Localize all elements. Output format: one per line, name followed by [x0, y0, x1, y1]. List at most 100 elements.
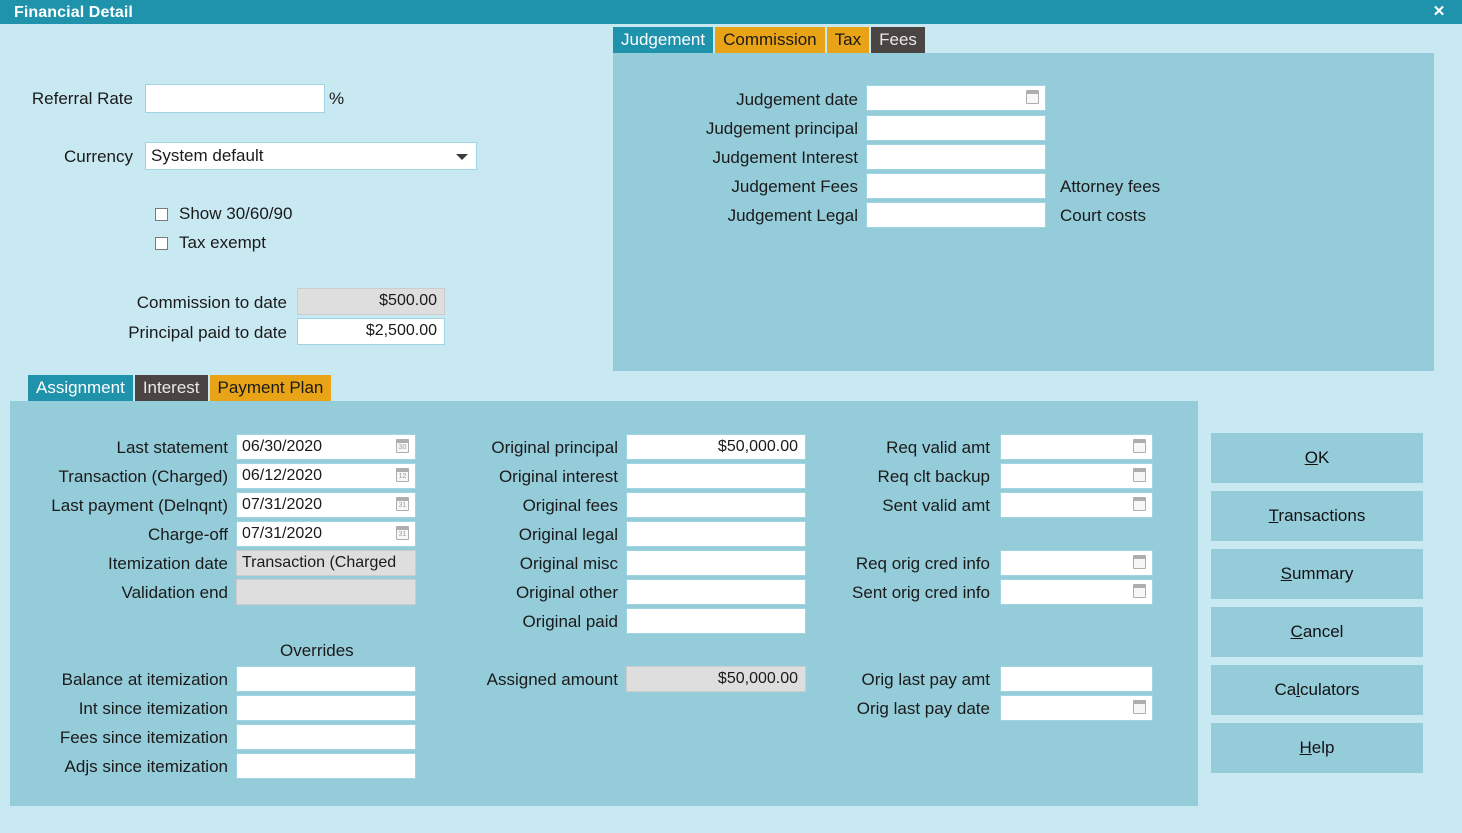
chevron-down-icon	[456, 154, 468, 160]
assigned-amount-label: Assigned amount	[486, 670, 618, 689]
calendar-icon[interactable]	[1133, 439, 1147, 455]
orig-last-pay-date-input[interactable]	[1000, 695, 1153, 721]
ok-button[interactable]: OK	[1211, 433, 1423, 483]
assigned-amount-value: $50,000.00	[626, 666, 806, 692]
original-other-input[interactable]	[626, 579, 806, 605]
calendar-icon[interactable]: 12	[396, 468, 410, 484]
accelerator-char: H	[1299, 738, 1312, 757]
last-statement-value: 06/30/2020	[242, 438, 323, 455]
last-statement-input[interactable]: 06/30/2020 30	[236, 434, 416, 460]
last-statement-label: Last statement	[116, 438, 228, 457]
lower-tabstrip: Assignment Interest Payment Plan	[28, 375, 333, 401]
tab-payment-plan[interactable]: Payment Plan	[209, 375, 332, 401]
show-306090-checkbox[interactable]: Show 30/60/90	[155, 204, 292, 224]
tab-fees[interactable]: Fees	[871, 27, 925, 53]
currency-selected-value: System default	[151, 146, 264, 165]
judgement-principal-label: Judgement principal	[705, 119, 858, 138]
original-principal-input[interactable]: $50,000.00	[626, 434, 806, 460]
fees-since-itemization-label: Fees since itemization	[59, 728, 228, 747]
calendar-icon[interactable]: 30	[396, 439, 410, 455]
commission-to-date-label: Commission to date	[136, 293, 287, 312]
window-title: Financial Detail	[14, 4, 133, 21]
charge-off-label: Charge-off	[147, 525, 228, 544]
tab-assignment[interactable]: Assignment	[28, 375, 133, 401]
req-orig-cred-info-input[interactable]	[1000, 550, 1153, 576]
referral-rate-input[interactable]	[145, 84, 325, 113]
close-icon[interactable]: ✕	[1416, 0, 1462, 24]
req-clt-backup-label: Req clt backup	[877, 467, 990, 486]
help-button[interactable]: Help	[1211, 723, 1423, 773]
transaction-charged-input[interactable]: 06/12/2020 12	[236, 463, 416, 489]
judgement-date-input[interactable]	[866, 85, 1046, 111]
judgement-legal-input[interactable]	[866, 202, 1046, 228]
calendar-icon[interactable]	[1026, 90, 1040, 106]
original-legal-input[interactable]	[626, 521, 806, 547]
balance-at-itemization-input[interactable]	[236, 666, 416, 692]
cancel-button[interactable]: Cancel	[1211, 607, 1423, 657]
original-other-label: Original other	[515, 583, 618, 602]
original-paid-label: Original paid	[522, 612, 618, 631]
tax-exempt-checkbox[interactable]: Tax exempt	[155, 233, 266, 253]
judgement-date-label: Judgement date	[736, 90, 858, 109]
court-costs-note: Court costs	[1060, 206, 1146, 225]
referral-rate-label: Referral Rate	[31, 89, 133, 108]
req-clt-backup-input[interactable]	[1000, 463, 1153, 489]
calendar-icon[interactable]	[1133, 700, 1147, 716]
sent-orig-cred-info-label: Sent orig cred info	[852, 583, 990, 602]
summary-button[interactable]: Summary	[1211, 549, 1423, 599]
req-orig-cred-info-label: Req orig cred info	[855, 554, 990, 573]
req-valid-amt-input[interactable]	[1000, 434, 1153, 460]
principal-paid-to-date-label: Principal paid to date	[128, 323, 287, 342]
calculators-button[interactable]: Calculators	[1211, 665, 1423, 715]
attorney-fees-note: Attorney fees	[1060, 177, 1161, 196]
transaction-charged-value: 06/12/2020	[242, 467, 323, 484]
judgement-fees-label: Judgement Fees	[731, 177, 858, 196]
calendar-icon[interactable]: 31	[396, 497, 410, 513]
fees-since-itemization-input[interactable]	[236, 724, 416, 750]
tab-tax[interactable]: Tax	[826, 27, 870, 53]
judgement-interest-input[interactable]	[866, 144, 1046, 170]
judgement-fees-input[interactable]	[866, 173, 1046, 199]
commission-to-date-value: $500.00	[297, 288, 445, 315]
charge-off-value: 07/31/2020	[242, 525, 323, 542]
original-fees-input[interactable]	[626, 492, 806, 518]
sent-valid-amt-input[interactable]	[1000, 492, 1153, 518]
validation-end-label: Validation end	[121, 583, 229, 602]
transactions-button[interactable]: Transactions	[1211, 491, 1423, 541]
last-payment-delnqnt-label: Last payment (Delnqnt)	[51, 496, 228, 515]
currency-select[interactable]: System default	[145, 142, 477, 170]
original-paid-input[interactable]	[626, 608, 806, 634]
upper-tabstrip: Judgement Commission Tax Fees	[613, 27, 927, 53]
last-payment-delnqnt-value: 07/31/2020	[242, 496, 323, 513]
adjs-since-itemization-label: Adjs since itemization	[64, 757, 228, 776]
calendar-icon[interactable]	[1133, 584, 1147, 600]
checkbox-box	[155, 207, 168, 221]
original-misc-input[interactable]	[626, 550, 806, 576]
original-fees-label: Original fees	[522, 496, 618, 515]
orig-last-pay-amt-input[interactable]	[1000, 666, 1153, 692]
sent-orig-cred-info-input[interactable]	[1000, 579, 1153, 605]
calendar-icon[interactable]	[1133, 497, 1147, 513]
last-payment-delnqnt-input[interactable]: 07/31/2020 31	[236, 492, 416, 518]
balance-at-itemization-label: Balance at itemization	[61, 670, 228, 689]
judgement-principal-input[interactable]	[866, 115, 1046, 141]
original-interest-label: Original interest	[498, 467, 618, 486]
charge-off-input[interactable]: 07/31/2020 31	[236, 521, 416, 547]
original-legal-label: Original legal	[518, 525, 618, 544]
calendar-icon[interactable]: 31	[396, 526, 410, 542]
original-interest-input[interactable]	[626, 463, 806, 489]
calendar-icon[interactable]	[1133, 555, 1147, 571]
tab-judgement[interactable]: Judgement	[613, 27, 714, 53]
int-since-itemization-input[interactable]	[236, 695, 416, 721]
window-titlebar: Financial Detail ✕	[0, 0, 1462, 24]
calendar-icon[interactable]	[1133, 468, 1147, 484]
show-306090-label: Show 30/60/90	[179, 204, 293, 223]
judgement-legal-label: Judgement Legal	[727, 206, 858, 225]
adjs-since-itemization-input[interactable]	[236, 753, 416, 779]
tab-commission[interactable]: Commission	[715, 27, 825, 53]
accelerator-char: C	[1290, 622, 1303, 641]
currency-label: Currency	[64, 147, 133, 166]
principal-paid-to-date-input[interactable]: $2,500.00	[297, 318, 445, 345]
accelerator-char: S	[1280, 564, 1292, 583]
tab-interest[interactable]: Interest	[134, 375, 208, 401]
